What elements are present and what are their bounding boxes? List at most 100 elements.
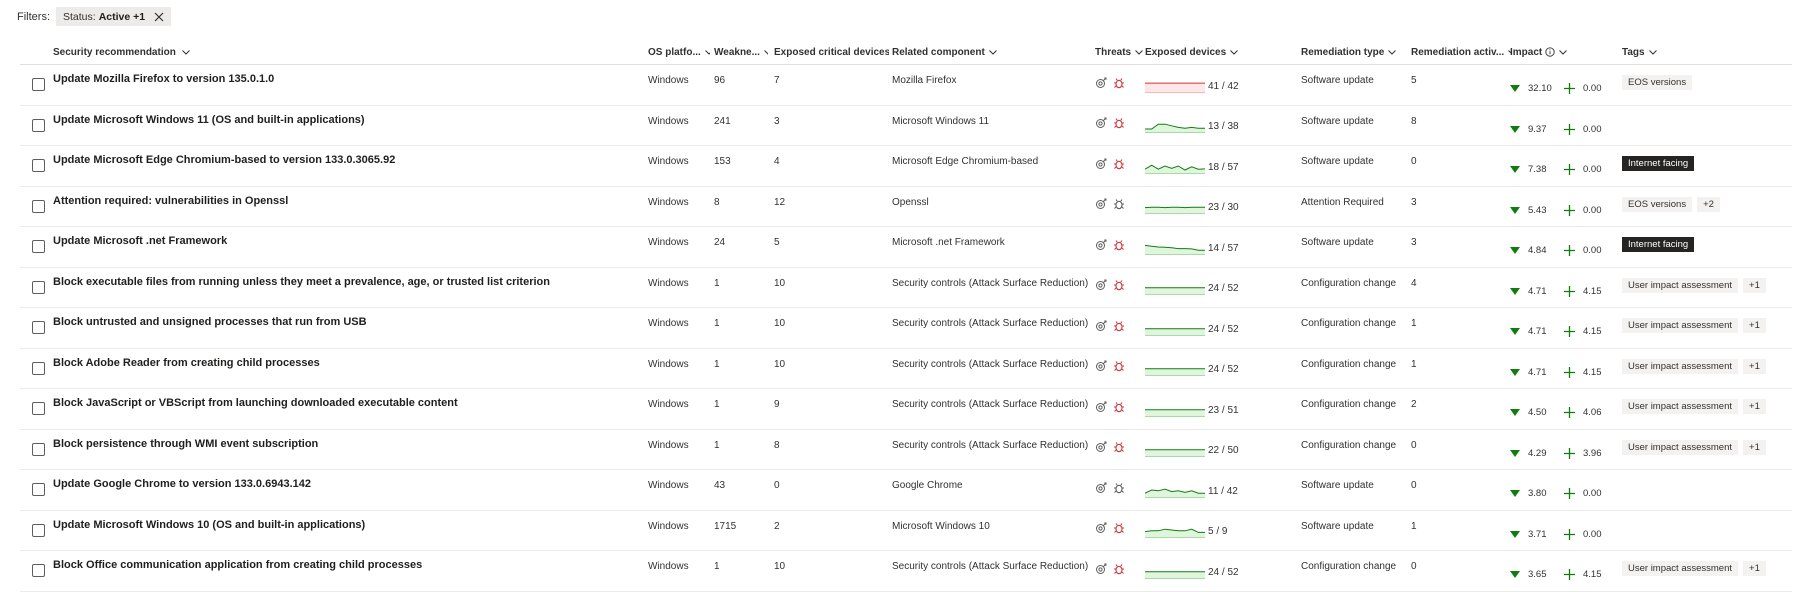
exposed-devices-sparkline (1145, 198, 1205, 215)
table-row[interactable]: Update Mozilla Firefox to version 135.0.… (20, 65, 1792, 106)
impact: 4.84 0.00 (1510, 227, 1625, 267)
table-row[interactable]: Update Google Chrome to version 133.0.69… (20, 470, 1792, 511)
row-checkbox[interactable] (31, 199, 45, 213)
weaknesses-count: 1715 (714, 520, 737, 532)
remediation-activities: 1 (1411, 520, 1417, 532)
plus-icon (1564, 245, 1575, 257)
row-checkbox[interactable] (31, 442, 45, 456)
threats (1095, 146, 1143, 186)
column-header-weaknesses[interactable]: Weakne... (714, 38, 768, 64)
exploit-icon (1095, 522, 1107, 534)
column-header-exposed-devices[interactable]: Exposed devices (1145, 38, 1295, 64)
recommendation-name[interactable]: Update Mozilla Firefox to version 135.0.… (53, 65, 653, 105)
table-row[interactable]: Update Microsoft Windows 11 (OS and buil… (20, 106, 1792, 146)
row-checkbox[interactable] (31, 118, 45, 132)
impact: 3.71 0.00 (1510, 511, 1625, 551)
triangle-down-icon (1510, 125, 1520, 133)
related-component: Microsoft Windows 10 (892, 520, 990, 532)
exposed-devices-count: 13 / 38 (1208, 121, 1239, 133)
exposed-devices-count: 18 / 57 (1208, 161, 1239, 173)
os-platform: Windows (648, 439, 689, 451)
exploit-icon (1095, 482, 1107, 494)
weaknesses-count: 8 (714, 196, 720, 208)
row-checkbox[interactable] (31, 523, 45, 537)
column-header-remediation-activities[interactable]: Remediation activ... (1411, 38, 1511, 64)
status-filter-chip[interactable]: Status: Active +1 (56, 7, 172, 26)
recommendation-name[interactable]: Block JavaScript or VBScript from launch… (53, 389, 653, 429)
impact: 5.43 0.00 (1510, 187, 1625, 227)
impact-score-value: 0.00 (1583, 245, 1602, 257)
row-checkbox[interactable] (31, 483, 45, 497)
info-icon[interactable] (1545, 47, 1555, 57)
column-header-related-component[interactable]: Related component (892, 38, 1092, 64)
related-component: Microsoft Windows 11 (892, 115, 990, 127)
close-icon[interactable] (154, 12, 164, 22)
recommendation-name[interactable]: Update Microsoft Windows 11 (OS and buil… (53, 106, 653, 146)
exposed-critical-devices: 8 (774, 439, 780, 451)
table-row[interactable]: Update Microsoft .net Framework Windows 24… (20, 227, 1792, 268)
recommendation-name[interactable]: Block Adobe Reader from creating child p… (53, 349, 653, 389)
recommendation-name[interactable]: Block persistence through WMI event subs… (53, 430, 653, 470)
row-checkbox[interactable] (31, 321, 45, 335)
recommendation-name[interactable]: Update Microsoft .net Framework (53, 227, 653, 267)
chevron-down-icon (1135, 49, 1143, 55)
triangle-down-icon (1510, 530, 1520, 538)
recommendation-name[interactable]: Block Office communication application f… (53, 551, 653, 591)
exposed-devices-count: 41 / 42 (1208, 80, 1239, 92)
column-header-exposed-critical-devices[interactable]: Exposed critical devices (774, 38, 889, 64)
row-checkbox[interactable] (31, 78, 45, 92)
impact-exposure-value: 4.71 (1528, 326, 1547, 338)
exposed-devices-sparkline (1145, 279, 1205, 296)
column-header-os-platform[interactable]: OS platfo... (648, 38, 710, 64)
plus-icon (1564, 83, 1575, 95)
recommendation-name[interactable]: Update Microsoft Edge Chromium-based to … (53, 146, 653, 186)
column-header-threats[interactable]: Threats (1095, 38, 1143, 64)
filters-bar: Filters: Status: Active +1 (17, 7, 172, 26)
tags: User impact assessment +1 (1622, 389, 1792, 429)
bug-icon (1113, 158, 1125, 170)
row-checkbox[interactable] (31, 402, 45, 416)
exploit-icon (1095, 117, 1107, 129)
os-platform: Windows (648, 156, 689, 167)
table-row[interactable]: Block Office communication application f… (20, 551, 1792, 592)
column-header-remediation-type[interactable]: Remediation type (1301, 38, 1411, 64)
row-checkbox[interactable] (31, 564, 45, 578)
table-row[interactable]: Update Microsoft Windows 10 (OS and buil… (20, 511, 1792, 551)
recommendation-name[interactable]: Update Google Chrome to version 133.0.69… (53, 470, 653, 510)
exploit-icon (1095, 401, 1107, 413)
bug-icon (1113, 522, 1125, 534)
exposed-devices-sparkline (1145, 401, 1205, 417)
exposed-critical-devices: 10 (774, 318, 786, 329)
table-row[interactable]: Block untrusted and unsigned processes t… (20, 308, 1792, 349)
table-row[interactable]: Update Microsoft Edge Chromium-based to … (20, 146, 1792, 187)
remediation-activities: 1 (1411, 318, 1417, 329)
tag-badge: +1 (1743, 439, 1766, 455)
impact-score-value: 4.15 (1583, 366, 1602, 378)
table-row[interactable]: Attention required: vulnerabilities in O… (20, 187, 1792, 227)
table-row[interactable]: Block Adobe Reader from creating child p… (20, 349, 1792, 389)
exploit-icon (1095, 158, 1107, 170)
column-header-impact[interactable]: Impact (1510, 38, 1625, 64)
remediation-type: Software update (1301, 480, 1374, 491)
table-row[interactable]: Block executable files from running unle… (20, 268, 1792, 308)
recommendation-name[interactable]: Block untrusted and unsigned processes t… (53, 308, 653, 348)
column-header-tags[interactable]: Tags (1622, 38, 1792, 64)
plus-icon (1564, 366, 1575, 378)
recommendation-name[interactable]: Block executable files from running unle… (53, 268, 653, 308)
recommendation-name[interactable]: Attention required: vulnerabilities in O… (53, 187, 653, 227)
row-checkbox[interactable] (31, 240, 45, 254)
row-checkbox[interactable] (31, 280, 45, 294)
impact-score-value: 0.00 (1583, 164, 1602, 176)
exposed-devices-count: 23 / 51 (1208, 404, 1239, 416)
recommendation-name[interactable]: Update Microsoft Windows 10 (OS and buil… (53, 511, 653, 551)
plus-icon (1564, 204, 1575, 216)
column-header-security-recommendation[interactable]: Security recommendation (53, 38, 653, 64)
remediation-activities: 4 (1411, 277, 1417, 289)
threats (1095, 65, 1143, 105)
table-row[interactable]: Block persistence through WMI event subs… (20, 430, 1792, 470)
tag-badge: User impact assessment (1622, 439, 1739, 455)
row-checkbox[interactable] (31, 361, 45, 375)
recommendations-table: Security recommendation OS platfo... Wea… (20, 38, 1792, 592)
row-checkbox[interactable] (31, 159, 45, 173)
table-row[interactable]: Block JavaScript or VBScript from launch… (20, 389, 1792, 430)
